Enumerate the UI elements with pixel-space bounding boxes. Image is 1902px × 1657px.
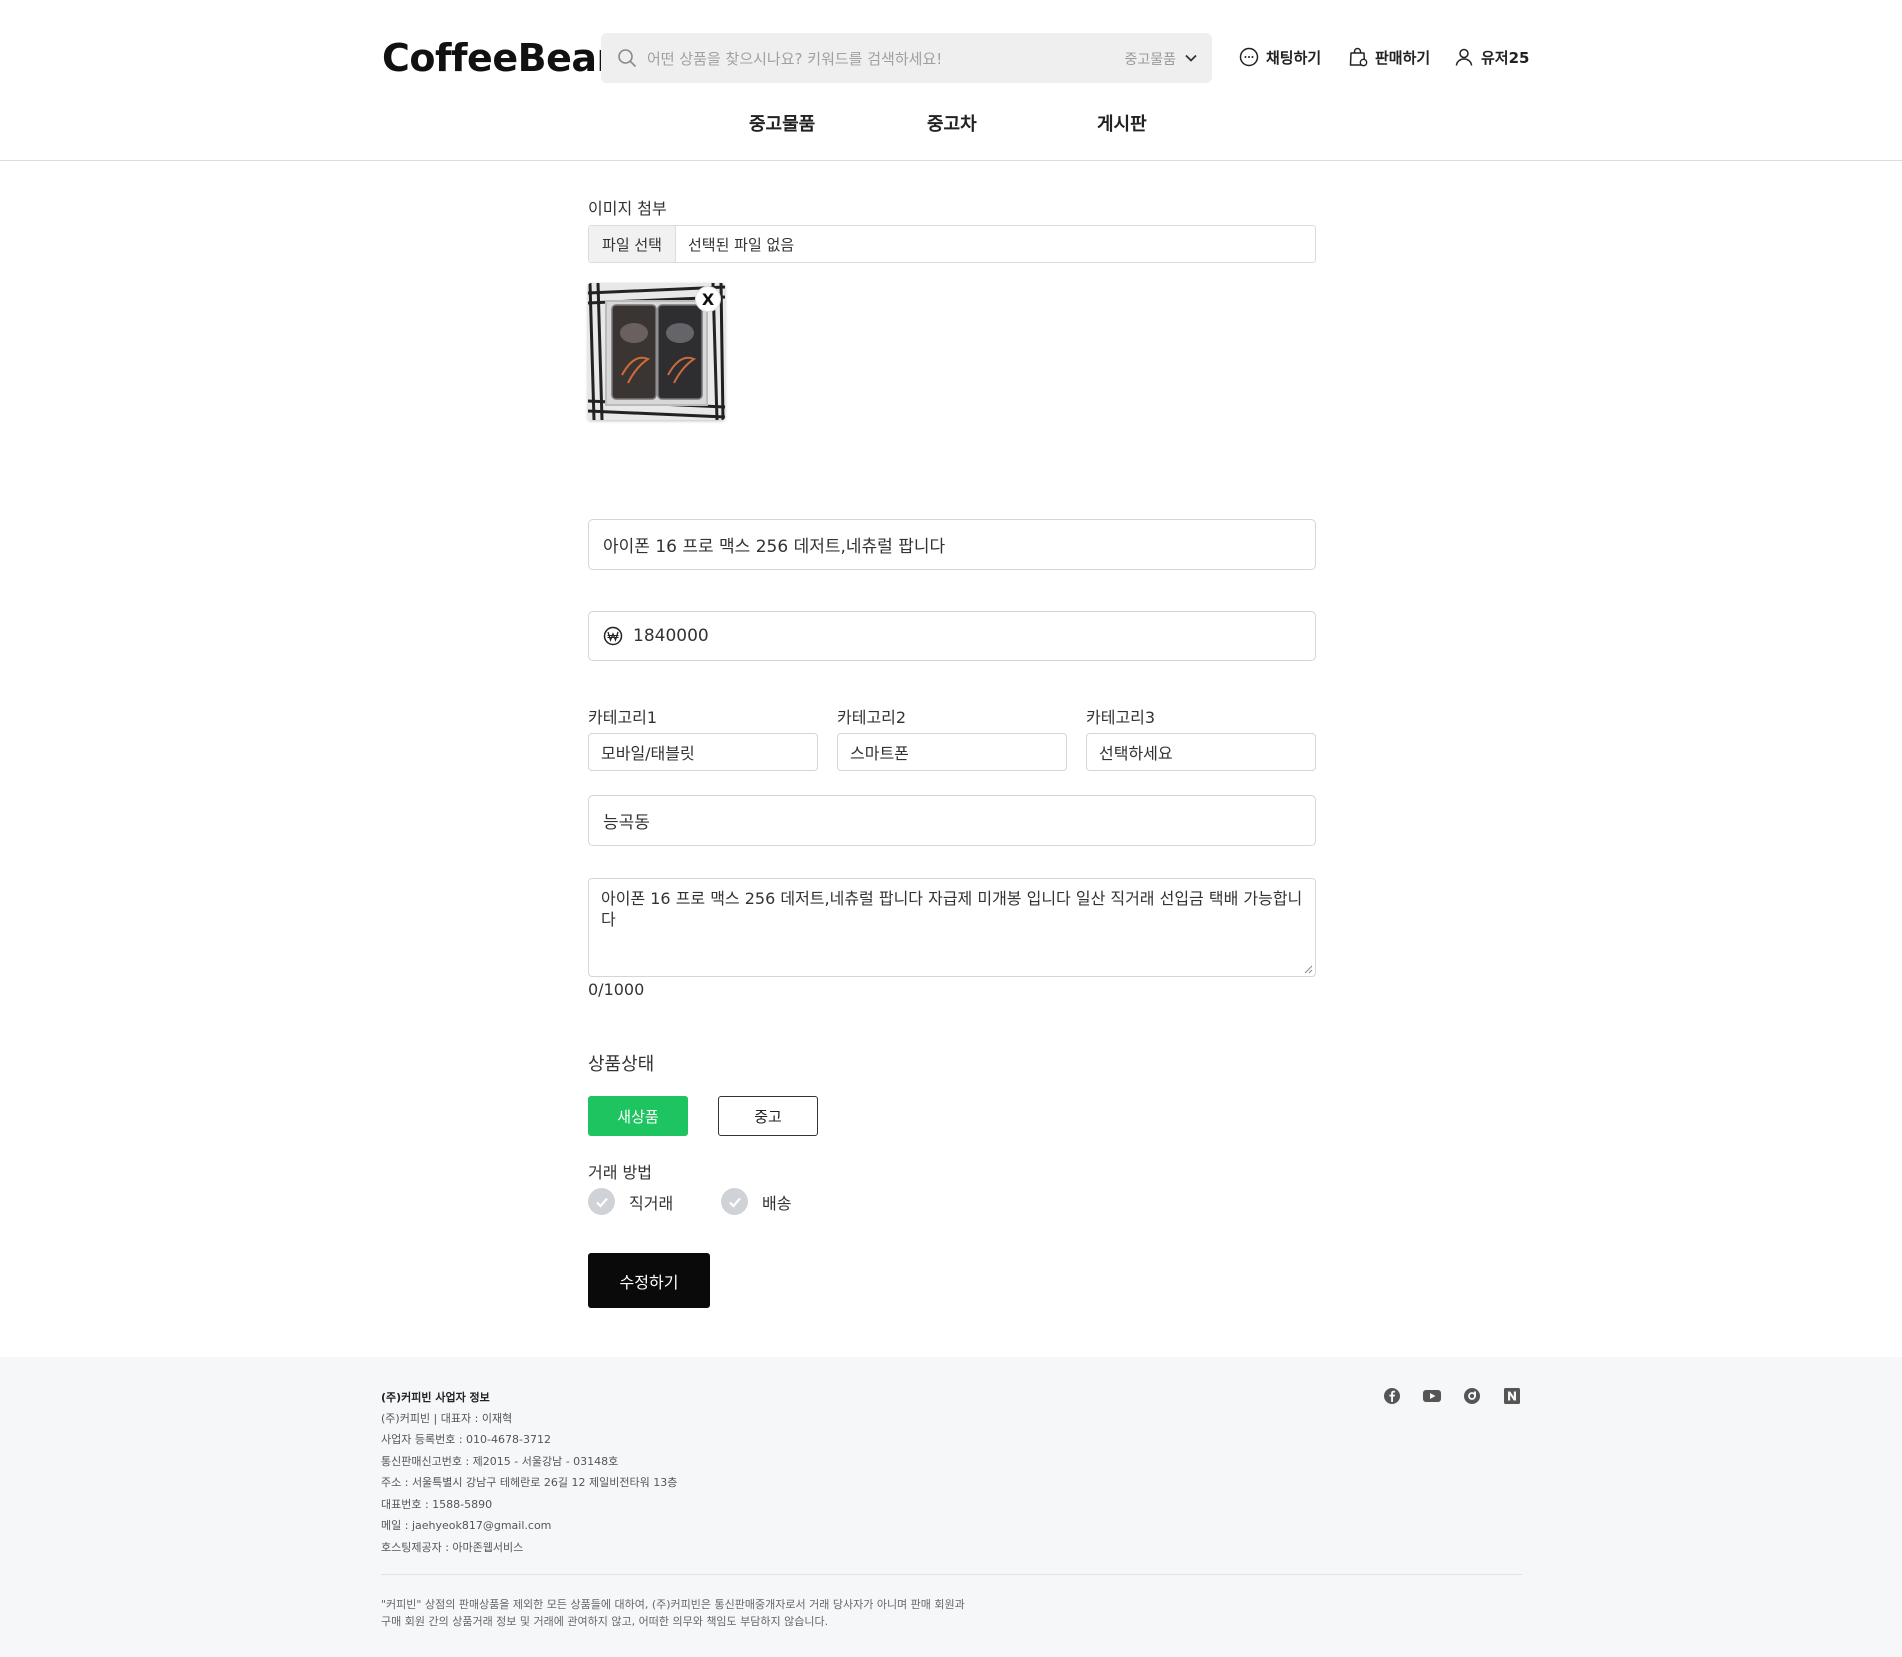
nav-used-cars[interactable]: 중고차 [927,110,977,136]
footer-info-line: 메일 : jaehyeok817@gmail.com [381,1519,552,1532]
search-input[interactable]: 어떤 상품을 찾으시나요? 키워드를 검색하세요! [647,48,942,69]
trade-delivery-label: 배송 [762,1193,792,1213]
chat-label: 채팅하기 [1266,48,1322,67]
search-icon[interactable] [617,48,637,68]
condition-label: 상품상태 [588,1054,655,1075]
condition-used-button[interactable]: 중고 [718,1096,818,1136]
footer-notice: "커피빈" 상점의 판매상품을 제외한 모든 상품들에 대하여, (주)커피빈은… [381,1598,965,1611]
footer-info-line: (주)커피빈 | 대표자 : 이재혁 [381,1412,513,1425]
sell-label: 판매하기 [1375,48,1431,67]
category1-label: 카테고리1 [588,708,658,727]
category1-select[interactable]: 모바일/태블릿 [588,733,818,771]
description-text: 아이폰 16 프로 맥스 256 데저트,네츄럴 팝니다 자급제 미개봉 입니다… [601,889,1303,929]
chat-icon [1239,47,1259,67]
check-icon[interactable] [721,1188,748,1215]
category3-label: 카테고리3 [1086,708,1156,727]
youtube-icon[interactable] [1422,1386,1442,1406]
category3-select[interactable]: 선택하세요 [1086,733,1316,771]
check-icon[interactable] [588,1188,615,1215]
location-input[interactable]: 능곡동 [588,795,1316,846]
chevron-down-icon[interactable] [1184,51,1198,65]
category2-label: 카테고리2 [837,708,907,727]
file-status: 선택된 파일 없음 [688,235,795,254]
trade-method-label: 거래 방법 [588,1163,652,1182]
trade-direct-label: 직거래 [629,1193,674,1213]
title-input[interactable]: 아이폰 16 프로 맥스 256 데저트,네츄럴 팝니다 [588,519,1316,570]
user-icon [1455,48,1473,66]
description-textarea[interactable]: 아이폰 16 프로 맥스 256 데저트,네츄럴 팝니다 자급제 미개봉 입니다… [588,878,1316,977]
search-category-select[interactable]: 중고물품 [1124,49,1176,69]
chat-link[interactable]: 채팅하기 [1238,46,1321,68]
edit-submit-button[interactable]: 수정하기 [588,1253,710,1308]
char-count: 0/1000 [588,980,645,999]
blog-icon[interactable] [1462,1386,1482,1406]
shopping-bag-icon [1349,47,1368,67]
site-footer [0,1357,1902,1657]
footer-info-line: 사업자 등록번호 : 010-4678-3712 [381,1433,551,1446]
trade-delivery-checkbox[interactable]: 배송 [721,1188,791,1215]
footer-info-line: 통신판매신고번호 : 제2015 - 서울강남 - 03148호 [381,1455,619,1468]
condition-new-button[interactable]: 새상품 [588,1096,688,1136]
facebook-icon[interactable] [1382,1386,1402,1406]
file-select-button[interactable]: 파일 선택 [589,226,676,262]
naver-icon[interactable] [1502,1386,1522,1406]
user-label: 유저25 [1481,48,1530,67]
sell-link[interactable]: 판매하기 [1347,46,1430,68]
remove-image-button[interactable]: X [695,286,721,312]
footer-divider [381,1574,1522,1575]
price-input[interactable]: 1840000 [588,611,1316,661]
price-value: 1840000 [633,626,709,646]
search-bar[interactable]: 어떤 상품을 찾으시나요? 키워드를 검색하세요! 중고물품 [601,33,1212,83]
trade-direct-checkbox[interactable]: 직거래 [588,1188,673,1215]
resize-handle-icon[interactable] [1303,964,1313,974]
footer-company-title: (주)커피빈 사업자 정보 [381,1391,490,1404]
nav-board[interactable]: 게시판 [1097,110,1147,136]
won-icon [603,626,623,646]
image-attach-label: 이미지 첨부 [588,199,667,218]
logo[interactable]: CoffeeBean [382,36,624,80]
file-input[interactable]: 파일 선택 선택된 파일 없음 [588,225,1316,263]
footer-info-line: 주소 : 서울특별시 강남구 테헤란로 26길 12 제일비전타워 13층 [381,1476,678,1489]
user-link[interactable]: 유저25 [1453,46,1529,68]
site-header: CoffeeBean 어떤 상품을 찾으시나요? 키워드를 검색하세요! 중고물… [0,0,1902,161]
nav-used-goods[interactable]: 중고물품 [749,110,815,136]
footer-info-line: 대표번호 : 1588-5890 [381,1498,493,1511]
category2-select[interactable]: 스마트폰 [837,733,1067,771]
footer-notice: 구매 회원 간의 상품거래 정보 및 거래에 관여하지 않고, 어떠한 의무와 … [381,1615,829,1628]
footer-info-line: 호스팅제공자 : 아마존웹서비스 [381,1541,524,1554]
